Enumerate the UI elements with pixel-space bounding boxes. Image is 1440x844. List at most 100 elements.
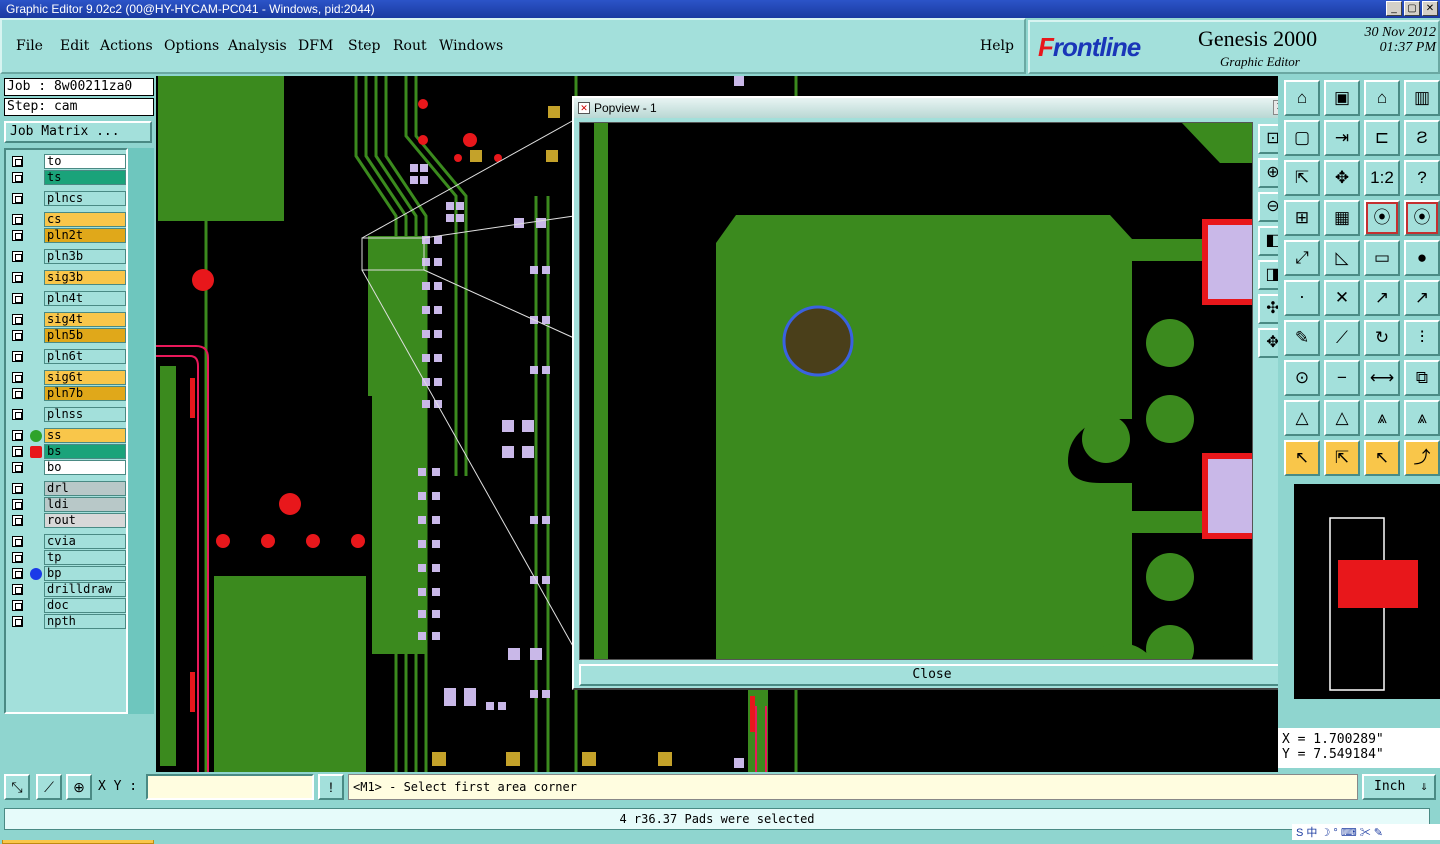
snap-corner-icon[interactable]: ⤡ bbox=[4, 774, 30, 800]
link-icon[interactable]: ↗ bbox=[1404, 280, 1440, 316]
layer-name[interactable]: ss bbox=[44, 428, 126, 443]
layer-checkbox[interactable] bbox=[12, 314, 23, 325]
layer-checkbox[interactable] bbox=[12, 156, 23, 167]
layer-checkbox[interactable] bbox=[12, 446, 23, 457]
snap-line-icon[interactable]: ⟋ bbox=[36, 774, 62, 800]
layer-name[interactable]: pln3b bbox=[44, 249, 126, 264]
help-icon[interactable]: ? bbox=[1404, 160, 1440, 196]
arch-cross-icon[interactable]: ⩓ bbox=[1404, 400, 1440, 436]
minus-icon[interactable]: − bbox=[1324, 360, 1360, 396]
select-area-icon[interactable]: ↖ bbox=[1364, 440, 1400, 476]
select-icon[interactable]: ↖ bbox=[1284, 440, 1320, 476]
layer-name[interactable]: npth bbox=[44, 614, 126, 629]
layer-checkbox[interactable] bbox=[12, 568, 23, 579]
layer-checkbox[interactable] bbox=[12, 584, 23, 595]
select-net-icon[interactable]: ⤴ bbox=[1404, 440, 1440, 476]
layer-checkbox[interactable] bbox=[12, 351, 23, 362]
layer-checkbox[interactable] bbox=[12, 251, 23, 262]
layer-row[interactable]: drl bbox=[8, 481, 126, 496]
popview-canvas[interactable] bbox=[579, 122, 1253, 660]
layer-name[interactable]: tp bbox=[44, 550, 126, 565]
layer-checkbox[interactable] bbox=[12, 483, 23, 494]
job-matrix-button[interactable]: Job Matrix ... bbox=[4, 121, 152, 143]
layer-name[interactable]: plnss bbox=[44, 407, 126, 422]
layer-row[interactable]: bp bbox=[8, 566, 126, 581]
layer-scroll-strip[interactable] bbox=[128, 148, 154, 714]
layer-tool-icon[interactable]: ⦿ bbox=[1404, 200, 1440, 236]
menu-rout[interactable]: Rout bbox=[393, 38, 427, 54]
export-icon[interactable]: ⇥ bbox=[1324, 120, 1360, 156]
unit-select[interactable]: Inch ⇓ bbox=[1362, 774, 1436, 800]
layer-row[interactable]: ss bbox=[8, 428, 126, 443]
view-home-icon[interactable]: ⌂ bbox=[1284, 80, 1320, 116]
layer-row[interactable]: pln6t bbox=[8, 349, 126, 364]
move-icon[interactable]: ⇱ bbox=[1284, 160, 1320, 196]
layer-checkbox[interactable] bbox=[12, 293, 23, 304]
dimension-icon[interactable]: ⟷ bbox=[1364, 360, 1400, 396]
snap-icon[interactable]: ⊏ bbox=[1364, 120, 1400, 156]
layer-name[interactable]: drilldraw bbox=[44, 582, 126, 597]
layer-row[interactable]: pln4t bbox=[8, 291, 126, 306]
layer-name[interactable]: to bbox=[44, 154, 126, 169]
overview-minimap[interactable] bbox=[1294, 484, 1440, 699]
window-split-icon[interactable]: ▥ bbox=[1404, 80, 1440, 116]
connect-icon[interactable]: ↗ bbox=[1364, 280, 1400, 316]
layer-row[interactable]: rout bbox=[8, 513, 126, 528]
route-icon[interactable]: Ƨ bbox=[1404, 120, 1440, 156]
measure-icon[interactable]: ◺ bbox=[1324, 240, 1360, 276]
layer-name[interactable]: ts bbox=[44, 170, 126, 185]
layer-row[interactable]: bs bbox=[8, 444, 126, 459]
menu-analysis[interactable]: Analysis bbox=[228, 38, 287, 54]
layer-checkbox[interactable] bbox=[12, 388, 23, 399]
layer-checkbox[interactable] bbox=[12, 272, 23, 283]
layer-checkbox[interactable] bbox=[12, 552, 23, 563]
layer-name[interactable]: cvia bbox=[44, 534, 126, 549]
scale-icon[interactable]: 1:2 bbox=[1364, 160, 1400, 196]
menu-actions[interactable]: Actions bbox=[100, 38, 153, 54]
xy-input[interactable] bbox=[146, 774, 314, 800]
layer-name[interactable]: drl bbox=[44, 481, 126, 496]
layer-row[interactable]: to bbox=[8, 154, 126, 169]
layer-row[interactable]: npth bbox=[8, 614, 126, 629]
layer-name[interactable]: sig3b bbox=[44, 270, 126, 285]
layer-name[interactable]: pln4t bbox=[44, 291, 126, 306]
trace-icon[interactable]: ⟋ bbox=[1324, 320, 1360, 356]
layer-checkbox[interactable] bbox=[12, 230, 23, 241]
layer-row[interactable]: pln5b bbox=[8, 328, 126, 343]
layer-name[interactable]: bo bbox=[44, 460, 126, 475]
grid-icon[interactable]: ⊞ bbox=[1284, 200, 1320, 236]
arc-icon[interactable]: ↻ bbox=[1364, 320, 1400, 356]
pad-icon[interactable]: ● bbox=[1404, 240, 1440, 276]
layer-row[interactable]: sig4t bbox=[8, 312, 126, 327]
delta-icon[interactable]: △ bbox=[1324, 400, 1360, 436]
select-box-icon[interactable]: ⇱ bbox=[1324, 440, 1360, 476]
layer-row[interactable]: pln3b bbox=[8, 249, 126, 264]
layer-checkbox[interactable] bbox=[12, 499, 23, 510]
layer-name[interactable]: doc bbox=[44, 598, 126, 613]
layer-checkbox[interactable] bbox=[12, 515, 23, 526]
pick-icon[interactable]: ⊙ bbox=[1284, 360, 1320, 396]
group-icon[interactable]: ⧉ bbox=[1404, 360, 1440, 396]
layer-checkbox[interactable] bbox=[12, 616, 23, 627]
layer-row[interactable]: bo bbox=[8, 460, 126, 475]
layer-row[interactable]: ldi bbox=[8, 497, 126, 512]
alert-icon[interactable]: ! bbox=[318, 774, 344, 800]
layer-checkbox[interactable] bbox=[12, 193, 23, 204]
frame-icon[interactable]: ▢ bbox=[1284, 120, 1320, 156]
house-icon[interactable]: ⌂ bbox=[1364, 80, 1400, 116]
layer-checkbox[interactable] bbox=[12, 600, 23, 611]
layer-checkbox[interactable] bbox=[12, 430, 23, 441]
layer-row[interactable]: plncs bbox=[8, 191, 126, 206]
layer-name[interactable]: sig4t bbox=[44, 312, 126, 327]
triangle-icon[interactable]: △ bbox=[1284, 400, 1320, 436]
menu-windows[interactable]: Windows bbox=[439, 38, 503, 54]
layer-row[interactable]: doc bbox=[8, 598, 126, 613]
menu-edit[interactable]: Edit bbox=[60, 38, 89, 54]
fillet-icon[interactable]: ⫶ bbox=[1404, 320, 1440, 356]
menu-step[interactable]: Step bbox=[348, 38, 380, 54]
layer-checkbox[interactable] bbox=[12, 462, 23, 473]
layer-name[interactable]: rout bbox=[44, 513, 126, 528]
cross-icon[interactable]: ✕ bbox=[1324, 280, 1360, 316]
snap-grid-icon[interactable]: ⊕ bbox=[66, 774, 92, 800]
layer-name[interactable]: pln7b bbox=[44, 386, 126, 401]
